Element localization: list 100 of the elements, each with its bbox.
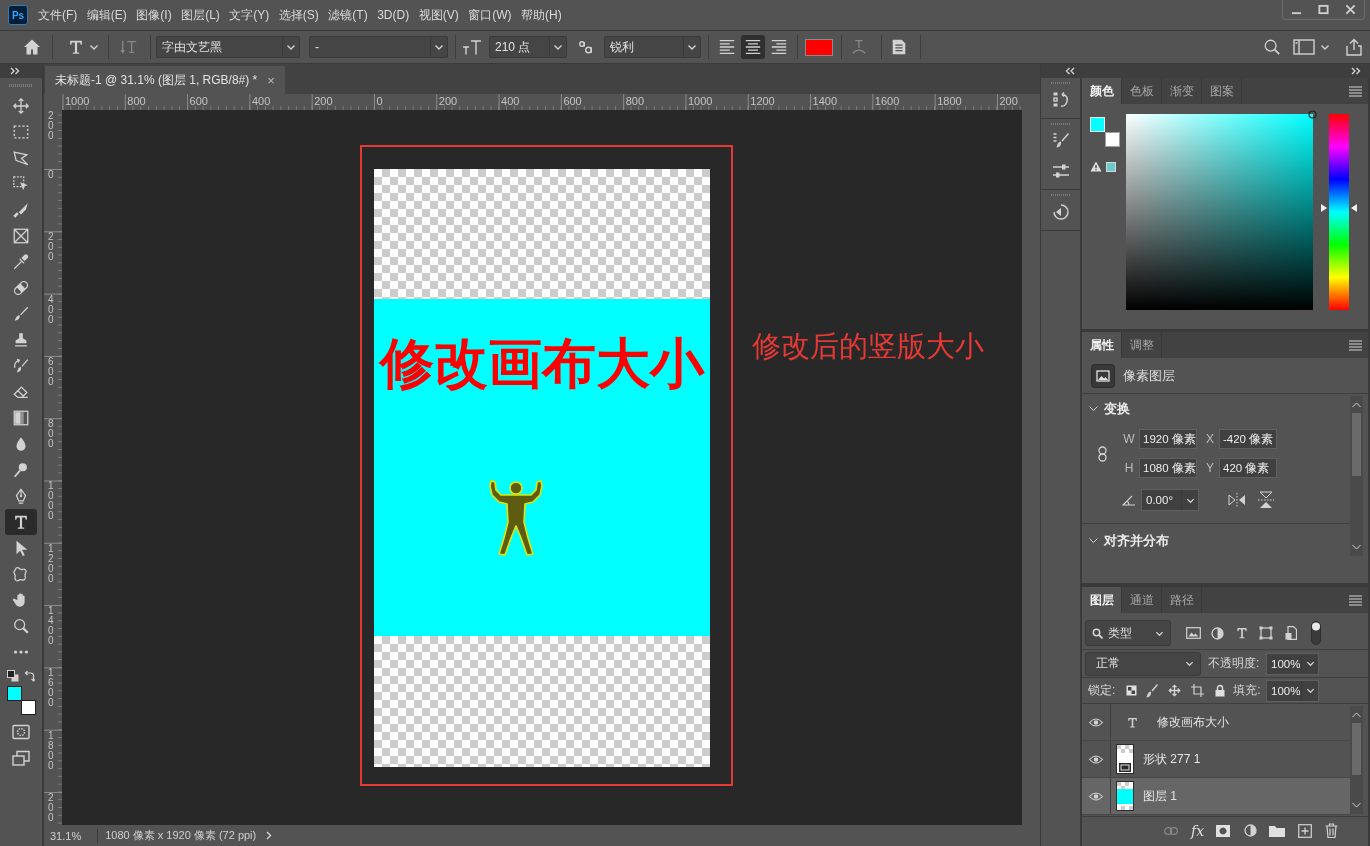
blob-shape-icon[interactable]: [12, 565, 30, 583]
caret-icon[interactable]: [89, 42, 99, 52]
bounding-box-icon[interactable]: [1259, 626, 1273, 640]
font-family-select[interactable]: 字由文艺黑: [156, 36, 300, 58]
foreground-color-swatch[interactable]: [6, 686, 22, 701]
menu-item[interactable]: 选择(S): [278, 6, 319, 24]
chevron-down-icon[interactable]: [1089, 538, 1098, 544]
menu-item[interactable]: 帮助(H): [521, 6, 562, 24]
eye-icon[interactable]: [1089, 717, 1103, 727]
layer-name[interactable]: 图层 1: [1143, 787, 1177, 805]
section-title[interactable]: 变换: [1104, 400, 1130, 418]
input-field[interactable]: 420 像素: [1219, 458, 1277, 478]
document-tab[interactable]: 未标题-1 @ 31.1% (图层 1, RGB/8#) * ×: [45, 66, 285, 94]
drag-handle[interactable]: [9, 84, 33, 87]
panel-tab[interactable]: 颜色: [1082, 78, 1122, 104]
circle-mask-icon[interactable]: [1216, 824, 1231, 837]
zoom-icon[interactable]: [12, 617, 30, 635]
background-color-swatch[interactable]: [20, 700, 36, 715]
panel-tab[interactable]: 属性: [1082, 332, 1122, 358]
half-circle-icon[interactable]: [1211, 626, 1224, 640]
panel-menu-icon[interactable]: [1349, 594, 1362, 606]
move-icon[interactable]: [1168, 684, 1182, 697]
lollipop-icon[interactable]: [12, 461, 30, 479]
chevron-down-icon[interactable]: [1089, 406, 1098, 412]
circle-arrow-icon[interactable]: [1050, 202, 1071, 222]
picker-ring-icon[interactable]: [1308, 110, 1317, 119]
history-brush-icon[interactable]: [12, 357, 30, 375]
selection-cursor-icon[interactable]: [12, 175, 30, 193]
scrollbar[interactable]: [1350, 396, 1363, 556]
scrollbar-thumb[interactable]: [1352, 413, 1361, 476]
input-field[interactable]: 1080 像素: [1139, 458, 1197, 478]
input-field[interactable]: 1920 像素: [1139, 429, 1197, 449]
default-colors-icon[interactable]: [7, 670, 19, 682]
chevron-up-icon[interactable]: [1352, 712, 1361, 718]
input-field[interactable]: -420 像素: [1219, 429, 1277, 449]
menu-item[interactable]: 3D(D): [377, 8, 410, 22]
stamp-icon[interactable]: [12, 331, 30, 349]
fill-field[interactable]: 100%: [1266, 679, 1319, 702]
anti-alias-select[interactable]: 锐利: [604, 36, 701, 58]
search-icon[interactable]: [1263, 38, 1281, 56]
polygon-lasso-icon[interactable]: [12, 149, 30, 167]
font-size-select[interactable]: 210 点: [489, 36, 567, 58]
bandage-icon[interactable]: [12, 279, 30, 297]
file-icon[interactable]: [1285, 626, 1297, 640]
menu-item[interactable]: 视图(V): [418, 6, 459, 24]
link-icon[interactable]: [1098, 445, 1107, 462]
align-center-icon[interactable]: [741, 35, 765, 59]
menu-item[interactable]: 图像(I): [136, 6, 172, 24]
type-icon[interactable]: [1235, 626, 1249, 640]
scrollbar-thumb[interactable]: [1352, 723, 1361, 775]
close-button[interactable]: ×: [267, 72, 275, 88]
panel-menu-icon[interactable]: [1349, 339, 1362, 351]
eraser-icon[interactable]: [12, 383, 30, 401]
home-icon[interactable]: [22, 37, 42, 57]
panel-tab[interactable]: 图案: [1202, 78, 1242, 104]
flip-horizontal-icon[interactable]: [1228, 493, 1246, 507]
angle-dropdown[interactable]: 0.00°: [1141, 489, 1199, 511]
chevron-down-icon[interactable]: [1352, 802, 1361, 808]
eye-icon[interactable]: [1089, 791, 1103, 801]
align-left-icon[interactable]: [718, 38, 736, 56]
panel-tab[interactable]: 色板: [1122, 78, 1162, 104]
brush-icon[interactable]: [12, 305, 30, 323]
half-circle-icon[interactable]: [1244, 824, 1258, 837]
swap-arrows-icon[interactable]: [23, 670, 35, 682]
filter-dropdown[interactable]: 类型: [1085, 620, 1171, 646]
menu-item[interactable]: 文件(F): [38, 6, 78, 24]
caret-icon[interactable]: [1320, 42, 1330, 52]
brush-icon[interactable]: [1146, 683, 1159, 698]
double-chevron-left-icon[interactable]: [1065, 67, 1075, 75]
drag-handle[interactable]: [1050, 123, 1071, 125]
hue-slider-thumb[interactable]: [1321, 204, 1357, 213]
frame-icon[interactable]: [12, 227, 30, 245]
layer-name[interactable]: 修改画布大小: [1157, 713, 1229, 731]
effects-button[interactable]: fx: [1191, 822, 1205, 839]
menu-item[interactable]: 滤镜(T): [328, 6, 368, 24]
list-arrow-icon[interactable]: [1050, 90, 1071, 110]
image-icon[interactable]: [1186, 627, 1201, 639]
font-style-select[interactable]: -: [309, 36, 448, 58]
eye-icon[interactable]: [1089, 754, 1103, 764]
menu-item[interactable]: 编辑(E): [86, 6, 127, 24]
drag-handle[interactable]: [1050, 82, 1071, 84]
panel-tab[interactable]: 调整: [1122, 332, 1162, 358]
blend-mode-dropdown[interactable]: 正常: [1085, 651, 1201, 676]
type-icon[interactable]: [67, 38, 85, 56]
align-right-icon[interactable]: [770, 38, 788, 56]
lock-icon[interactable]: [1215, 684, 1226, 697]
layer-row[interactable]: 图层 1: [1082, 778, 1350, 815]
layer-row[interactable]: 修改画布大小: [1082, 704, 1350, 741]
document-icon[interactable]: [890, 38, 908, 56]
drag-handle[interactable]: [1050, 194, 1071, 196]
scrollbar[interactable]: [1350, 706, 1363, 814]
plus-square-icon[interactable]: [1298, 823, 1313, 838]
flip-vertical-icon[interactable]: [1258, 491, 1274, 509]
panel-tab[interactable]: 路径: [1162, 587, 1202, 613]
gradient-icon[interactable]: [12, 409, 30, 427]
rectangle-marquee-icon[interactable]: [12, 123, 30, 141]
anti-alias-icon[interactable]: [578, 39, 594, 55]
chevron-right-icon[interactable]: [266, 831, 273, 840]
warning-icon[interactable]: [1090, 161, 1102, 172]
crop-icon[interactable]: [1191, 684, 1205, 697]
